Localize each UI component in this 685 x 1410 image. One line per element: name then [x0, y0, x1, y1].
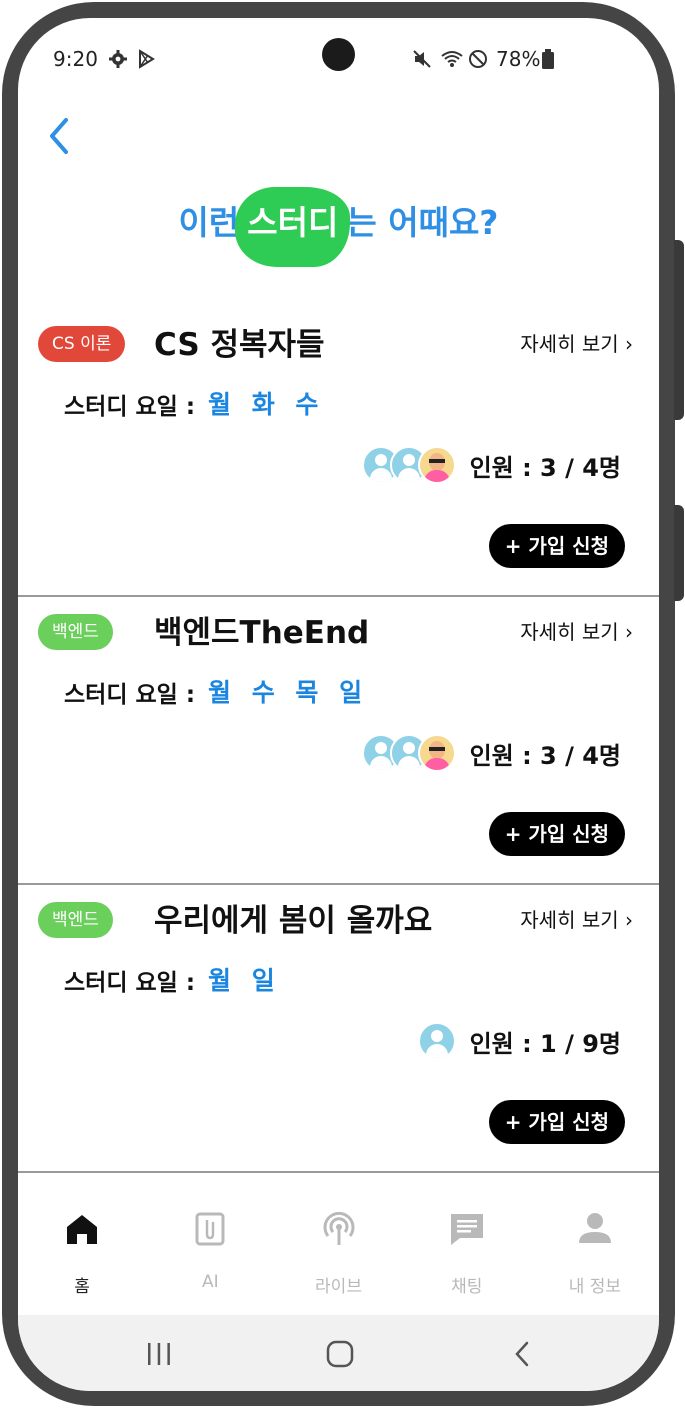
system-nav-bar: [18, 1315, 659, 1391]
front-camera: [322, 38, 355, 71]
phone-frame: 9:20 78% 이런 스터디 는 어때요? CS 이론 CS 정복자들 자세히…: [0, 0, 685, 1410]
nav-item-live[interactable]: 라이브: [274, 1188, 402, 1313]
page-heading: 이런 스터디 는 어때요?: [18, 187, 659, 273]
home-icon: [67, 1215, 98, 1244]
nav-label: 홈: [74, 1277, 90, 1297]
study-days-label: 스터디 요일 :: [64, 394, 196, 420]
nav-item-home[interactable]: 홈: [18, 1188, 146, 1313]
broadcast-icon: [323, 1211, 354, 1245]
nav-label: 내 정보: [568, 1277, 622, 1297]
category-badge: CS 이론: [38, 326, 126, 362]
avatar: [417, 1022, 456, 1060]
status-bar: 9:20 78%: [18, 18, 659, 98]
category-badge: 백엔드: [38, 902, 113, 938]
screen: 9:20 78% 이런 스터디 는 어때요? CS 이론 CS 정복자들 자세히…: [18, 18, 659, 1391]
avatar: [417, 446, 456, 484]
member-count: 인원 : 3 / 4명: [469, 741, 621, 770]
member-summary: 인원 : 1 / 9명: [417, 1021, 621, 1061]
battery-level: 78%: [496, 47, 541, 71]
nav-label: 채팅: [451, 1277, 483, 1297]
view-details-link[interactable]: 자세히 보기 ›: [520, 328, 633, 357]
study-card: CS 이론 CS 정복자들 자세히 보기 › 스터디 요일 : 월 화 수 인원…: [18, 309, 659, 597]
back-arrow-icon[interactable]: [44, 114, 76, 158]
view-details-link[interactable]: 자세히 보기 ›: [520, 616, 633, 645]
study-title: 백엔드TheEnd: [154, 615, 370, 651]
category-badge: 백엔드: [38, 614, 113, 650]
study-title: 우리에게 봄이 올까요: [154, 903, 433, 939]
recent-apps-icon[interactable]: [142, 1337, 176, 1371]
avatar: [417, 734, 456, 772]
nav-item-chat[interactable]: 채팅: [403, 1188, 531, 1313]
member-summary: 인원 : 3 / 4명: [361, 445, 621, 485]
study-days-label: 스터디 요일 :: [64, 682, 196, 708]
join-button[interactable]: + 가입 신청: [488, 812, 625, 856]
home-button-icon[interactable]: [323, 1337, 357, 1371]
power-button: [674, 505, 684, 601]
document-icon: [195, 1212, 225, 1246]
wifi-icon: [441, 51, 463, 67]
heading-highlight: 스터디: [235, 187, 351, 267]
join-button[interactable]: + 가입 신청: [488, 524, 625, 568]
heading-text-before: 이런: [178, 203, 240, 242]
mute-icon: [413, 50, 431, 68]
volume-button: [674, 240, 684, 420]
study-days: 월 일: [208, 966, 281, 995]
view-details-link[interactable]: 자세히 보기 ›: [520, 904, 633, 933]
play-store-icon: [139, 49, 155, 69]
member-summary: 인원 : 3 / 4명: [361, 733, 621, 773]
study-days-label: 스터디 요일 :: [64, 970, 196, 996]
member-count: 인원 : 3 / 4명: [469, 453, 621, 482]
battery-icon: [542, 49, 554, 69]
study-title: CS 정복자들: [154, 327, 325, 363]
back-button-icon[interactable]: [506, 1337, 540, 1371]
status-time: 9:20: [53, 47, 98, 71]
member-count: 인원 : 1 / 9명: [469, 1029, 621, 1058]
bottom-nav: 홈 AI 라이브 채팅 내 정보: [18, 1188, 659, 1313]
do-not-disturb-icon: [469, 50, 487, 68]
chat-icon: [450, 1214, 483, 1245]
study-days: 월 화 수: [208, 390, 325, 419]
study-days: 월 수 목 일: [208, 678, 369, 707]
nav-label: AI: [201, 1272, 219, 1292]
study-card: 백엔드 우리에게 봄이 올까요 자세히 보기 › 스터디 요일 : 월 일 인원…: [18, 885, 659, 1173]
join-button[interactable]: + 가입 신청: [488, 1100, 625, 1144]
heading-text-after: 는 어때요?: [346, 203, 499, 242]
nav-item-profile[interactable]: 내 정보: [531, 1188, 659, 1313]
nav-item-ai[interactable]: AI: [146, 1188, 274, 1313]
study-card: 백엔드 백엔드TheEnd 자세히 보기 › 스터디 요일 : 월 수 목 일 …: [18, 597, 659, 885]
user-icon: [578, 1213, 611, 1243]
nav-label: 라이브: [315, 1277, 362, 1297]
settings-icon: [109, 50, 127, 68]
heading-highlight-text: 스터디: [247, 203, 339, 242]
